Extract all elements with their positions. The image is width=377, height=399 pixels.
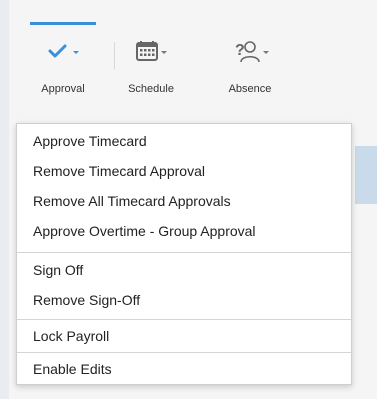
chevron-down-icon (161, 51, 167, 54)
active-tab-indicator (30, 22, 96, 25)
menu-item-enable-edits[interactable]: Enable Edits (17, 357, 351, 382)
schedule-tool-button[interactable]: Schedule (114, 16, 188, 110)
menu-item-approve-timecard[interactable]: Approve Timecard (17, 129, 351, 154)
chevron-down-icon (73, 51, 79, 54)
approval-label: Approval (41, 83, 85, 95)
calendar-icon (136, 41, 167, 61)
menu-item-remove-sign-off[interactable]: Remove Sign-Off (17, 288, 351, 313)
menu-item-lock-payroll[interactable]: Lock Payroll (17, 324, 351, 349)
svg-text:?: ? (235, 42, 245, 59)
menu-item-remove-all-timecard-approvals[interactable]: Remove All Timecard Approvals (17, 189, 351, 214)
absence-person-question-icon: ? (235, 41, 269, 63)
menu-separator (17, 252, 351, 253)
schedule-icon-group (114, 38, 188, 64)
schedule-label: Schedule (128, 83, 174, 95)
background-selection-band (355, 146, 377, 204)
absence-label: Absence (228, 83, 272, 95)
absence-tool-button[interactable]: ? Absence (212, 16, 288, 110)
chevron-down-icon (263, 51, 269, 54)
checkmark-icon (48, 44, 79, 58)
toolbar: Approval Schedule ? Absence (16, 16, 377, 110)
menu-item-approve-overtime-group[interactable]: Approve Overtime - Group Approval (17, 219, 351, 244)
menu-separator (17, 352, 351, 353)
approval-tool-button[interactable]: Approval (30, 16, 96, 110)
menu-item-sign-off[interactable]: Sign Off (17, 258, 351, 283)
menu-separator (17, 319, 351, 320)
left-panel-edge (0, 0, 9, 399)
absence-icon-group: ? (212, 38, 288, 64)
approval-icon-group (30, 38, 96, 64)
menu-item-remove-timecard-approval[interactable]: Remove Timecard Approval (17, 159, 351, 184)
approval-dropdown-menu: Approve Timecard Remove Timecard Approva… (16, 123, 352, 385)
